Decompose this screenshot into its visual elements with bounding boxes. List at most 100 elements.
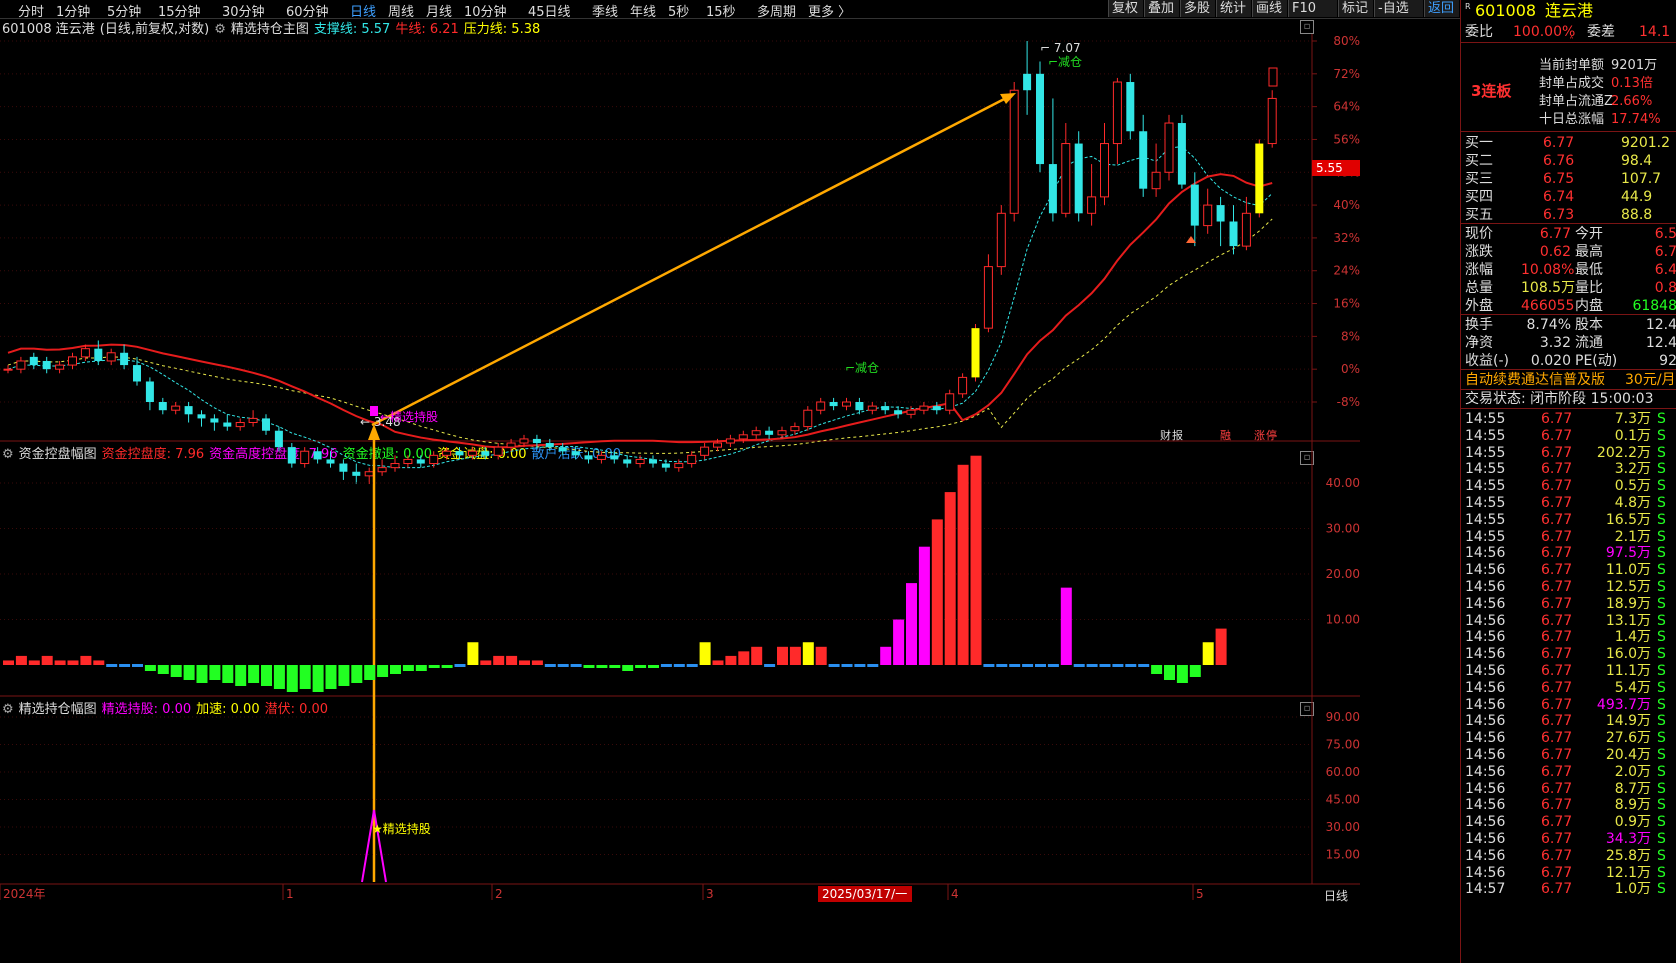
x-axis-label: 2 — [495, 887, 503, 901]
tick-price: 6.77 — [1541, 579, 1573, 595]
current-price-label: 5.55 — [1316, 161, 1343, 175]
fund-bar — [777, 646, 788, 665]
bid-volume: 98.4 — [1621, 153, 1653, 169]
stat-label: 最低 — [1575, 262, 1603, 278]
candle-body — [287, 447, 296, 464]
tick-time: 14:56 — [1465, 747, 1506, 763]
candle-body — [1229, 221, 1238, 247]
tick-volume: 25.8万 — [1605, 847, 1651, 864]
tick-volume: 1.4万 — [1614, 629, 1651, 646]
tick-price: 6.77 — [1541, 495, 1573, 511]
hold-star-label: ★精选持股 — [372, 821, 431, 836]
stat-value: 0.62 — [1539, 244, 1571, 260]
tick-side: S — [1657, 579, 1666, 595]
tick-volume: 11.1万 — [1605, 663, 1651, 679]
tick-time: 14:56 — [1465, 730, 1506, 747]
fund-bar — [28, 660, 40, 665]
stat-label: 总量 — [1465, 280, 1493, 296]
fund-bar — [673, 664, 685, 667]
tick-price: 6.77 — [1541, 562, 1573, 579]
y-axis-label: 30.00 — [1326, 820, 1360, 834]
tick-volume: 20.4万 — [1605, 747, 1651, 763]
stat-label: 流通 — [1575, 335, 1603, 351]
seal-label: 当前封单额 — [1539, 58, 1605, 73]
fund-bar — [583, 665, 595, 668]
limit-up-icon: 停 — [1266, 428, 1277, 442]
promo-price[interactable]: 30元/月 — [1625, 371, 1676, 389]
tick-time: 14:56 — [1465, 612, 1506, 629]
fund-bar — [789, 646, 801, 665]
tick-side: S — [1657, 797, 1666, 814]
tick-side: S — [1657, 562, 1666, 579]
candle-body — [1241, 212, 1251, 247]
tick-row: 14:55 6.77 16.5万 S — [1461, 511, 1676, 529]
candle-body — [519, 438, 529, 444]
earnings-icon: 报 — [1172, 428, 1183, 442]
fund-bar — [467, 642, 479, 665]
period-indicator: 日线 — [1324, 889, 1348, 903]
fund-bar — [841, 664, 853, 667]
promo-row[interactable]: 自动续费通达信普及版 30元/月 — [1461, 371, 1676, 389]
tick-row: 14:56 6.77 27.6万 S — [1461, 729, 1676, 747]
tick-row: 14:56 6.77 8.9万 S — [1461, 796, 1676, 814]
fund-bar — [880, 646, 892, 665]
promo-text[interactable]: 自动续费通达信普及版 — [1465, 371, 1605, 389]
tick-row: 14:56 6.77 8.7万 S — [1461, 780, 1676, 798]
quote-panel: R601008连云港委比100.00%委差14.1˄3连板当前封单额9201万封… — [1460, 0, 1676, 963]
seal-row: 封单占成交 0.13倍 — [1461, 75, 1676, 93]
fund-bar — [273, 665, 285, 689]
candle-body — [1009, 89, 1019, 214]
tick-side: S — [1657, 646, 1666, 663]
tick-time: 14:55 — [1465, 411, 1506, 427]
fund-bar — [67, 660, 79, 665]
tick-side: S — [1657, 663, 1666, 679]
candle-body — [1255, 143, 1264, 214]
tick-row: 14:56 6.77 5.4万 S — [1461, 679, 1676, 697]
tick-row: 14:55 6.77 0.1万 S — [1461, 427, 1676, 445]
candle-body — [738, 434, 748, 440]
fund-bar — [725, 655, 737, 665]
stat-label: 现价 — [1465, 226, 1493, 242]
tick-time: 14:57 — [1465, 881, 1506, 898]
candle-body — [867, 405, 877, 411]
separator — [1461, 314, 1676, 315]
tick-side: S — [1657, 730, 1666, 747]
tick-side: S — [1657, 495, 1666, 511]
fund-bar — [867, 664, 879, 667]
reduce-signal: ⌐减仓 — [1048, 55, 1082, 69]
candle-body — [803, 409, 813, 428]
bid-label: 买二 — [1465, 153, 1493, 169]
stat-row: 现价 6.77 今开 6.5 — [1461, 225, 1676, 243]
x-axis-label: 5 — [1196, 887, 1204, 901]
tick-side: S — [1657, 747, 1666, 763]
stat-value: 12.4 — [1645, 317, 1676, 333]
candle-body — [274, 430, 283, 448]
fund-bar — [944, 492, 956, 665]
candle-body — [932, 406, 941, 411]
candle-body — [571, 451, 580, 456]
tick-row: 14:56 6.77 18.9万 S — [1461, 595, 1676, 613]
kline-chart[interactable]: 80%72%64%56%48%40%32%24%16%8%0%-8%⌐ 7.07… — [0, 0, 1460, 963]
tick-side: S — [1657, 814, 1666, 831]
tick-time: 14:56 — [1465, 679, 1506, 696]
stat-value: 0.8 — [1654, 280, 1676, 296]
fund-bar — [454, 664, 466, 667]
tick-row: 14:56 6.77 1.4万 S — [1461, 628, 1676, 646]
tick-row: 14:56 6.77 0.9万 S — [1461, 813, 1676, 831]
fund-bar — [235, 665, 247, 686]
tick-price: 6.77 — [1541, 511, 1573, 528]
seal-row: 封单占流通Z 2.66% — [1461, 93, 1676, 111]
x-axis-label: 3 — [706, 887, 714, 901]
tick-price: 6.77 — [1541, 713, 1573, 730]
tick-price: 6.77 — [1541, 730, 1573, 747]
y-axis-label: 64% — [1333, 100, 1360, 114]
tick-side: S — [1657, 528, 1666, 545]
y-axis-label: 8% — [1341, 329, 1360, 343]
tick-price: 6.77 — [1541, 411, 1573, 427]
candle-body — [894, 410, 903, 415]
tick-price: 6.77 — [1541, 780, 1573, 797]
seal-row: 十日总涨幅 17.74% — [1461, 111, 1676, 129]
fundamental-row: 换手 8.74% 股本 12.4 — [1461, 316, 1676, 334]
bid-row: 买五 6.73 88.8 — [1461, 206, 1676, 224]
fund-bar — [918, 546, 930, 665]
